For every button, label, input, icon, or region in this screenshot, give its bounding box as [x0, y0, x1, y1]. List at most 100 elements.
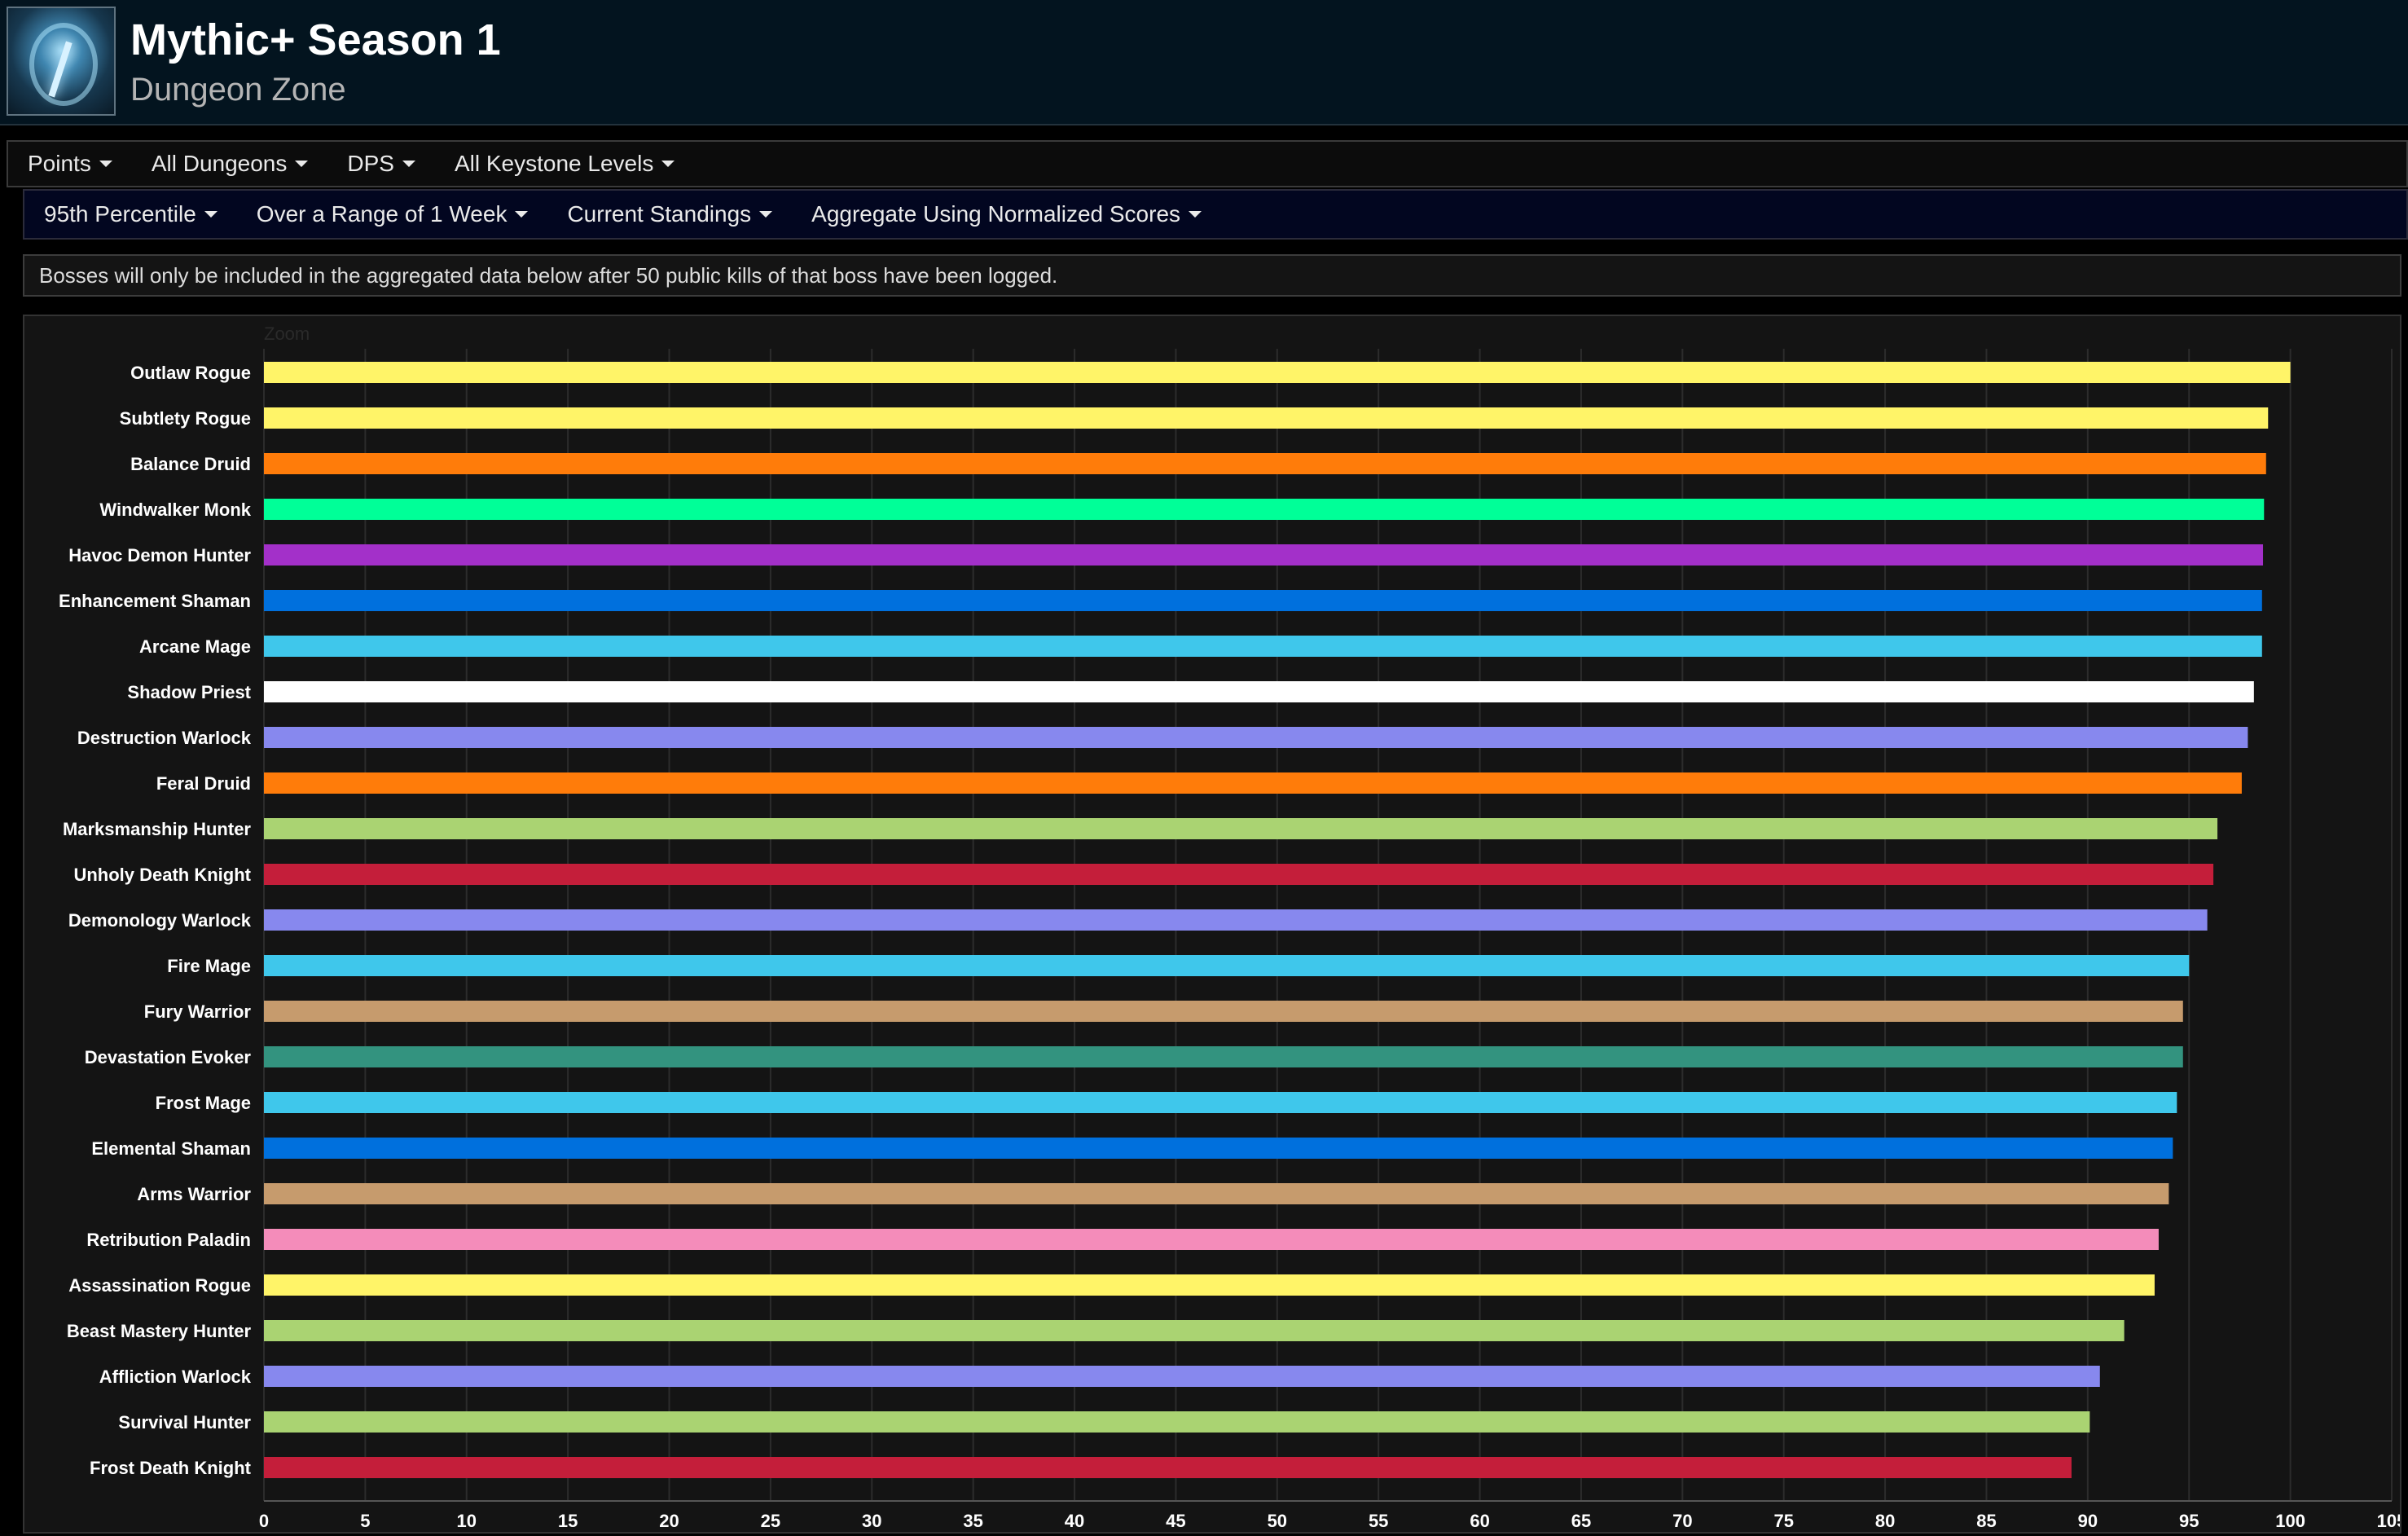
- category-label: Outlaw Rogue: [130, 363, 251, 383]
- x-tick-label: 75: [1773, 1511, 1793, 1531]
- category-label: Windwalker Monk: [99, 500, 251, 520]
- bar[interactable]: [264, 1274, 2155, 1296]
- category-label: Marksmanship Hunter: [63, 819, 251, 839]
- bar[interactable]: [264, 636, 2262, 657]
- x-tick-label: 50: [1268, 1511, 1287, 1531]
- bar[interactable]: [264, 362, 2291, 383]
- x-tick-label: 30: [862, 1511, 881, 1531]
- zone-portrait-icon: [7, 7, 116, 116]
- bar[interactable]: [264, 453, 2266, 474]
- x-tick-label: 20: [659, 1511, 679, 1531]
- bar[interactable]: [264, 1092, 2177, 1113]
- keystone-dropdown[interactable]: All Keystone Levels: [435, 151, 694, 177]
- bar[interactable]: [264, 1183, 2169, 1204]
- chart-x-tick-labels: 0 5 10 15 20 25 30 35 40 45 50 55 60 65 70 75 80 85 90 95 10…: [259, 1511, 2406, 1531]
- dungeon-dropdown-label: All Dungeons: [151, 151, 288, 176]
- chevron-down-icon: [1189, 211, 1202, 218]
- bar[interactable]: [264, 1138, 2173, 1159]
- x-tick-label: 80: [1875, 1511, 1895, 1531]
- category-label: Assassination Rogue: [68, 1275, 251, 1296]
- category-label: Fury Warrior: [144, 1001, 252, 1022]
- category-label: Affliction Warlock: [99, 1367, 252, 1387]
- x-tick-label: 70: [1672, 1511, 1692, 1531]
- x-tick-label: 45: [1166, 1511, 1185, 1531]
- x-tick-label: 5: [360, 1511, 370, 1531]
- x-tick-label: 60: [1470, 1511, 1489, 1531]
- bar[interactable]: [264, 1366, 2100, 1387]
- category-label: Subtlety Rogue: [120, 408, 251, 429]
- bar[interactable]: [264, 955, 2190, 976]
- x-tick-label: 25: [761, 1511, 780, 1531]
- bar[interactable]: [264, 727, 2248, 748]
- bar[interactable]: [264, 1411, 2090, 1433]
- keystone-dropdown-label: All Keystone Levels: [454, 151, 654, 176]
- bar[interactable]: [264, 681, 2254, 702]
- standings-dropdown-label: Current Standings: [567, 201, 752, 227]
- metric-dropdown[interactable]: Points: [8, 151, 132, 177]
- x-tick-label: 0: [259, 1511, 269, 1531]
- bar[interactable]: [264, 590, 2262, 611]
- bar[interactable]: [264, 499, 2265, 520]
- category-label: Unholy Death Knight: [73, 865, 251, 885]
- bar[interactable]: [264, 544, 2264, 566]
- bar[interactable]: [264, 772, 2242, 794]
- role-dropdown[interactable]: DPS: [327, 151, 435, 177]
- x-tick-label: 40: [1065, 1511, 1084, 1531]
- category-label: Retribution Paladin: [86, 1230, 251, 1250]
- dps-rankings-chart: Outlaw Rogue Subtlety Rogue Balance Druid W…: [59, 323, 2406, 1531]
- filter-bar-primary: Points All Dungeons DPS All Keystone Lev…: [7, 140, 2408, 187]
- page-title: Mythic+ Season 1: [130, 15, 501, 64]
- category-label: Devastation Evoker: [85, 1047, 252, 1067]
- bar[interactable]: [264, 818, 2218, 839]
- x-tick-label: 15: [558, 1511, 578, 1531]
- category-label: Frost Death Knight: [90, 1458, 252, 1478]
- category-label: Arms Warrior: [137, 1184, 251, 1204]
- x-tick-label: 35: [963, 1511, 982, 1531]
- aggregate-dropdown-label: Aggregate Using Normalized Scores: [811, 201, 1181, 227]
- chevron-down-icon: [759, 211, 773, 218]
- standings-dropdown[interactable]: Current Standings: [547, 201, 792, 227]
- time-range-dropdown-label: Over a Range of 1 Week: [256, 201, 508, 227]
- chevron-down-icon: [515, 211, 529, 218]
- category-label: Enhancement Shaman: [59, 591, 251, 611]
- category-label: Elemental Shaman: [91, 1138, 251, 1159]
- category-label: Fire Mage: [167, 956, 251, 976]
- chevron-down-icon: [295, 161, 309, 167]
- notice-banner: Bosses will only be included in the aggr…: [23, 254, 2401, 297]
- category-label: Frost Mage: [156, 1093, 251, 1113]
- category-label: Arcane Mage: [139, 636, 251, 657]
- category-label: Survival Hunter: [118, 1412, 251, 1433]
- chart-panel: Outlaw Rogue Subtlety Rogue Balance Druid W…: [23, 315, 2406, 1534]
- category-label: Beast Mastery Hunter: [67, 1321, 252, 1341]
- category-label: Balance Druid: [130, 454, 251, 474]
- zoom-label[interactable]: Zoom: [264, 323, 310, 344]
- bar[interactable]: [264, 1457, 2072, 1478]
- x-tick-label: 10: [457, 1511, 477, 1531]
- category-label: Havoc Demon Hunter: [68, 545, 251, 566]
- bar[interactable]: [264, 1001, 2183, 1022]
- chevron-down-icon: [99, 161, 112, 167]
- bar[interactable]: [264, 909, 2208, 931]
- percentile-dropdown[interactable]: 95th Percentile: [24, 201, 237, 227]
- x-tick-label: 100: [2275, 1511, 2305, 1531]
- x-tick-label: 55: [1369, 1511, 1388, 1531]
- aggregate-dropdown[interactable]: Aggregate Using Normalized Scores: [792, 201, 1221, 227]
- filter-bar-secondary: 95th Percentile Over a Range of 1 Week C…: [23, 189, 2408, 240]
- x-tick-label: 90: [2078, 1511, 2098, 1531]
- page-subtitle: Dungeon Zone: [130, 72, 346, 108]
- bar[interactable]: [264, 407, 2269, 429]
- chart-category-labels: Outlaw Rogue Subtlety Rogue Balance Druid W…: [59, 363, 252, 1478]
- category-label: Destruction Warlock: [77, 728, 252, 748]
- bar[interactable]: [264, 1046, 2183, 1067]
- x-tick-label: 65: [1571, 1511, 1591, 1531]
- bar[interactable]: [264, 1229, 2159, 1250]
- x-tick-label: 85: [1976, 1511, 1996, 1531]
- bar[interactable]: [264, 1320, 2125, 1341]
- role-dropdown-label: DPS: [347, 151, 394, 176]
- bar[interactable]: [264, 864, 2214, 885]
- category-label: Feral Druid: [156, 773, 251, 794]
- metric-dropdown-label: Points: [28, 151, 91, 176]
- time-range-dropdown[interactable]: Over a Range of 1 Week: [237, 201, 548, 227]
- dungeon-dropdown[interactable]: All Dungeons: [132, 151, 328, 177]
- category-label: Shadow Priest: [127, 682, 251, 702]
